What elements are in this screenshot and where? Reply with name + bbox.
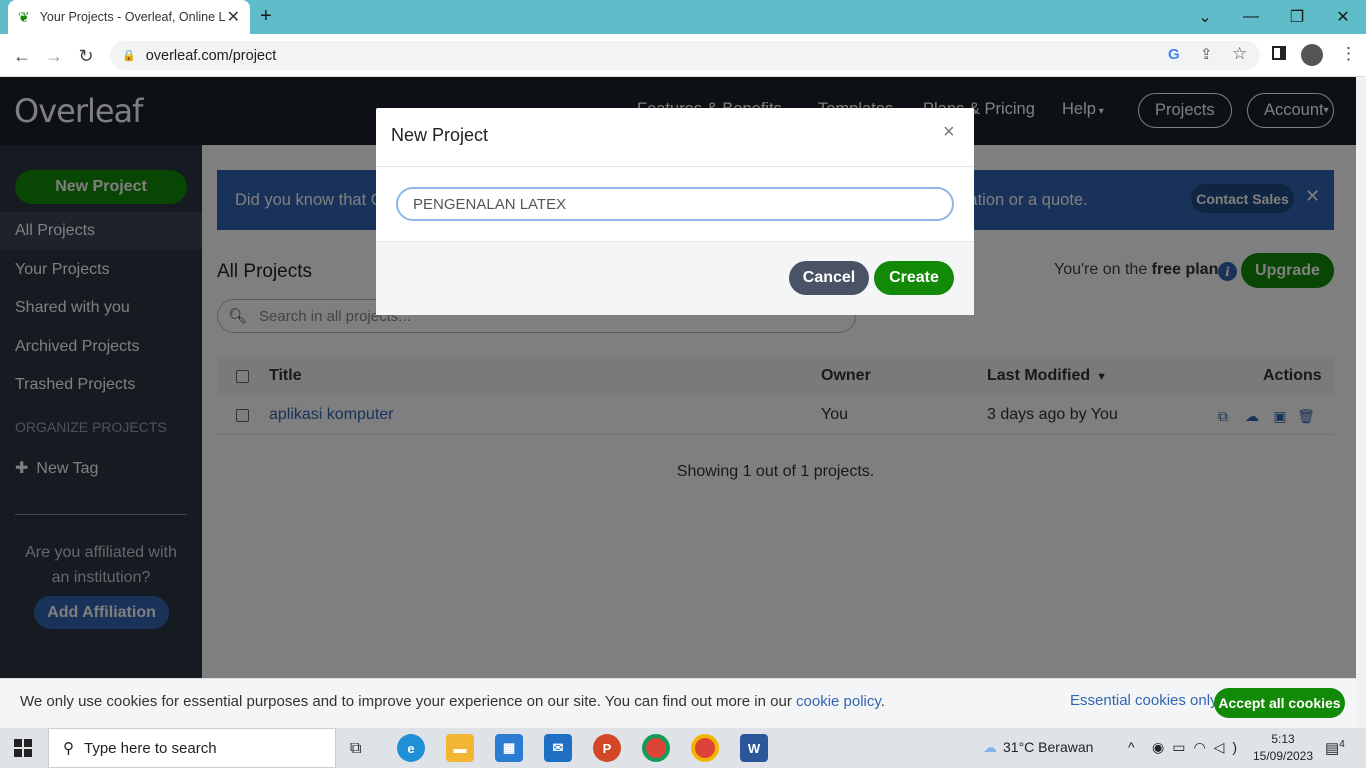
address-bar[interactable]: 🔒 overleaf.com/project [110,41,1260,70]
cookie-text: We only use cookies for essential purpos… [20,693,885,710]
tab-search-icon[interactable]: ⌄ [1182,0,1228,34]
essential-cookies-button[interactable]: Essential cookies only [1070,692,1218,709]
notification-icon[interactable]: ▤4 [1325,739,1345,757]
create-button[interactable]: Create [874,261,954,295]
powerpoint-icon[interactable]: P [593,734,621,762]
chrome-icon[interactable] [642,734,670,762]
new-tab-icon[interactable]: + [260,5,272,28]
restore-icon[interactable]: ❐ [1274,0,1320,34]
back-icon[interactable]: ← [8,42,36,70]
edge-icon[interactable]: e [397,734,425,762]
task-view-icon[interactable]: ⧉ [350,740,361,758]
file-explorer-icon[interactable]: ▬ [446,734,474,762]
modal-title: New Project [391,125,489,145]
accept-all-cookies-button[interactable]: Accept all cookies [1214,688,1345,718]
bookmark-star-icon[interactable]: ☆ [1232,44,1247,64]
windows-start-icon[interactable] [14,739,32,757]
lock-icon: 🔒 [122,50,136,62]
cookie-policy-link[interactable]: cookie policy [796,693,881,710]
chrome-active-icon[interactable] [691,734,719,762]
profile-avatar[interactable] [1301,44,1323,66]
forward-icon[interactable]: → [40,42,68,70]
browser-tab[interactable]: ❦ Your Projects - Overleaf, Online L ✕ [8,0,250,34]
tray-chevron-icon[interactable]: ^ [1128,739,1135,755]
cookie-message: We only use cookies for essential purpos… [20,693,797,710]
weather-text: 31°C Berawan [1003,739,1094,755]
close-window-icon[interactable]: ✕ [1320,0,1366,34]
page-scrollbar[interactable] [1356,77,1366,728]
taskbar-search-label: Type here to search [84,739,217,757]
tab-title: Your Projects - Overleaf, Online L [39,10,226,24]
close-modal-icon[interactable]: × [943,121,955,144]
clock-date: 15/09/2023 [1252,749,1314,763]
overleaf-favicon-icon: ❦ [18,8,30,25]
taskbar-search[interactable]: ⚲ Type here to search [48,728,336,768]
mail-icon[interactable]: ✉ [544,734,572,762]
word-icon[interactable]: W [740,734,768,762]
menu-icon[interactable]: ⋮ [1340,44,1357,64]
store-icon[interactable]: ▦ [495,734,523,762]
side-panel-icon[interactable] [1272,46,1286,60]
weather-widget[interactable]: ☁ 31°C Berawan [983,739,1093,756]
notification-count: 4 [1339,739,1345,750]
google-icon[interactable]: G [1168,46,1180,63]
cancel-button[interactable]: Cancel [789,261,869,295]
reload-icon[interactable]: ↻ [72,42,100,70]
share-icon[interactable]: ⇪ [1200,45,1213,63]
cloud-icon: ☁ [983,739,997,755]
project-name-input[interactable] [396,187,954,221]
system-clock[interactable]: 5:13 15/09/2023 [1248,731,1318,765]
clock-time: 5:13 [1271,732,1295,746]
close-tab-icon[interactable]: ✕ [227,7,240,27]
search-icon: ⚲ [63,740,74,757]
tray-icons[interactable]: ◉▭◠◁) [1152,739,1245,756]
modal-divider [376,166,974,167]
minimize-icon[interactable]: — [1228,0,1274,34]
url-text: overleaf.com/project [145,47,277,64]
